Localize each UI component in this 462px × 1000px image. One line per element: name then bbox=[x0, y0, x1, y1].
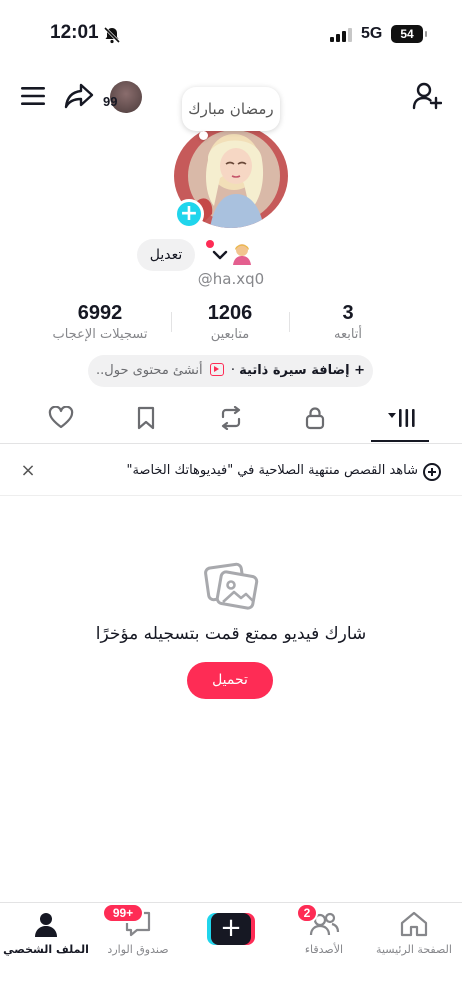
add-bio-button[interactable]: + إضافة سيرة ذاتية bbox=[239, 363, 365, 378]
bio-separator: · bbox=[230, 363, 235, 378]
username: @ha.xq0 bbox=[0, 270, 462, 288]
stories-banner[interactable]: شاهد القصص منتهية الصلاحية في "فيديوهاتك… bbox=[0, 448, 462, 496]
status-time: 12:01 bbox=[50, 22, 99, 43]
tab-reposts[interactable] bbox=[216, 405, 246, 434]
chevron-down-icon bbox=[212, 246, 228, 265]
tab-saved[interactable] bbox=[131, 406, 161, 434]
tab-private[interactable] bbox=[300, 407, 330, 433]
close-icon[interactable]: × bbox=[18, 461, 38, 481]
nav-inbox-label: صندوق الوارد bbox=[107, 943, 169, 956]
nav-friends[interactable]: الأصدقاء bbox=[278, 909, 370, 956]
active-tab-indicator bbox=[371, 440, 429, 442]
friends-badge: 2 bbox=[296, 903, 318, 923]
home-icon bbox=[368, 909, 460, 939]
tab-videos[interactable] bbox=[386, 407, 416, 433]
create-button[interactable]: + bbox=[207, 913, 255, 945]
videos-grid-icon bbox=[386, 407, 416, 433]
share-icon[interactable] bbox=[63, 80, 95, 112]
add-story-icon[interactable]: + bbox=[174, 199, 204, 229]
banner-text: شاهد القصص منتهية الصلاحية في "فيديوهاتك… bbox=[126, 463, 418, 478]
story-count: 99 bbox=[103, 94, 118, 109]
account-emoji-icon bbox=[230, 241, 254, 270]
stat-likes[interactable]: 6992 تسجيلات الإعجاب bbox=[30, 302, 170, 342]
note-bubble[interactable]: رمضان مبارك bbox=[182, 87, 280, 131]
create-content-icon bbox=[209, 363, 224, 376]
tab-liked[interactable] bbox=[46, 405, 76, 434]
lock-icon bbox=[304, 406, 326, 434]
likes-count: 6992 bbox=[77, 302, 123, 324]
nav-home-label: الصفحة الرئيسية bbox=[376, 943, 452, 956]
likes-label: تسجيلات الإعجاب bbox=[52, 327, 148, 342]
battery-icon: 54 bbox=[391, 25, 427, 43]
friends-icon bbox=[278, 909, 370, 939]
bookmark-icon bbox=[136, 406, 156, 434]
profile-icon bbox=[0, 909, 92, 939]
bio-bar[interactable]: + إضافة سيرة ذاتية · أنشئ محتوى حول.. bbox=[88, 355, 373, 387]
nav-friends-label: الأصدقاء bbox=[304, 943, 344, 956]
add-friend-icon[interactable] bbox=[410, 80, 444, 112]
create-content-button[interactable]: أنشئ محتوى حول.. bbox=[96, 363, 203, 378]
stat-following[interactable]: 3 أتابعه bbox=[278, 302, 418, 342]
repost-icon bbox=[218, 405, 244, 434]
inbox-badge: 99+ bbox=[102, 903, 144, 923]
menu-icon[interactable] bbox=[18, 82, 48, 110]
bottom-nav: الصفحة الرئيسية الأصدقاء 2 + صندوق الوار… bbox=[0, 902, 462, 1000]
nav-home[interactable]: الصفحة الرئيسية bbox=[368, 909, 460, 956]
username-text: @ha.xq0 bbox=[197, 270, 265, 288]
content-tabs bbox=[0, 397, 462, 444]
heart-icon bbox=[48, 405, 74, 434]
note-bubble-tail bbox=[199, 131, 208, 140]
status-bar: 12:01 5G 54 bbox=[0, 0, 462, 66]
empty-state-message: شارك فيديو ممتع قمت بتسجيله مؤخرًا bbox=[95, 624, 367, 644]
following-label: أتابعه bbox=[333, 327, 363, 342]
story-plus-icon bbox=[422, 462, 442, 486]
upload-button[interactable]: تحميل bbox=[187, 662, 273, 699]
plus-icon: + bbox=[211, 913, 251, 945]
network-label: 5G bbox=[361, 25, 383, 42]
bell-muted-icon bbox=[103, 26, 121, 48]
signal-icon bbox=[330, 27, 354, 46]
following-count: 3 bbox=[342, 302, 354, 324]
nav-profile-label: الملف الشخصي bbox=[3, 943, 89, 956]
edit-profile-button[interactable]: تعديل bbox=[137, 239, 195, 271]
nav-profile[interactable]: الملف الشخصي bbox=[0, 909, 92, 956]
photos-icon bbox=[203, 558, 259, 616]
